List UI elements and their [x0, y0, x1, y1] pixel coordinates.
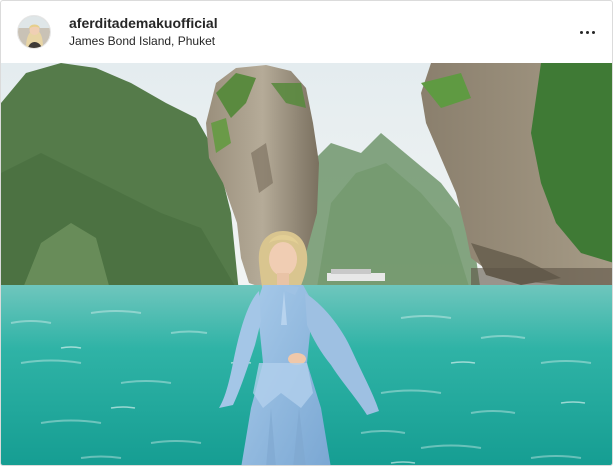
avatar-image	[18, 16, 50, 48]
location-link[interactable]: James Bond Island, Phuket	[69, 34, 218, 49]
username-link[interactable]: aferditademakuofficial	[69, 15, 218, 33]
more-dot	[585, 30, 589, 34]
instagram-post: aferditademakuofficial James Bond Island…	[0, 0, 613, 466]
more-dot	[591, 30, 595, 34]
more-dot	[579, 30, 583, 34]
post-meta: aferditademakuofficial James Bond Island…	[69, 15, 218, 50]
more-options-button[interactable]	[576, 22, 598, 42]
post-photo-image	[1, 63, 612, 465]
avatar[interactable]	[17, 15, 51, 49]
post-photo[interactable]	[1, 63, 612, 465]
post-header: aferditademakuofficial James Bond Island…	[1, 1, 612, 63]
